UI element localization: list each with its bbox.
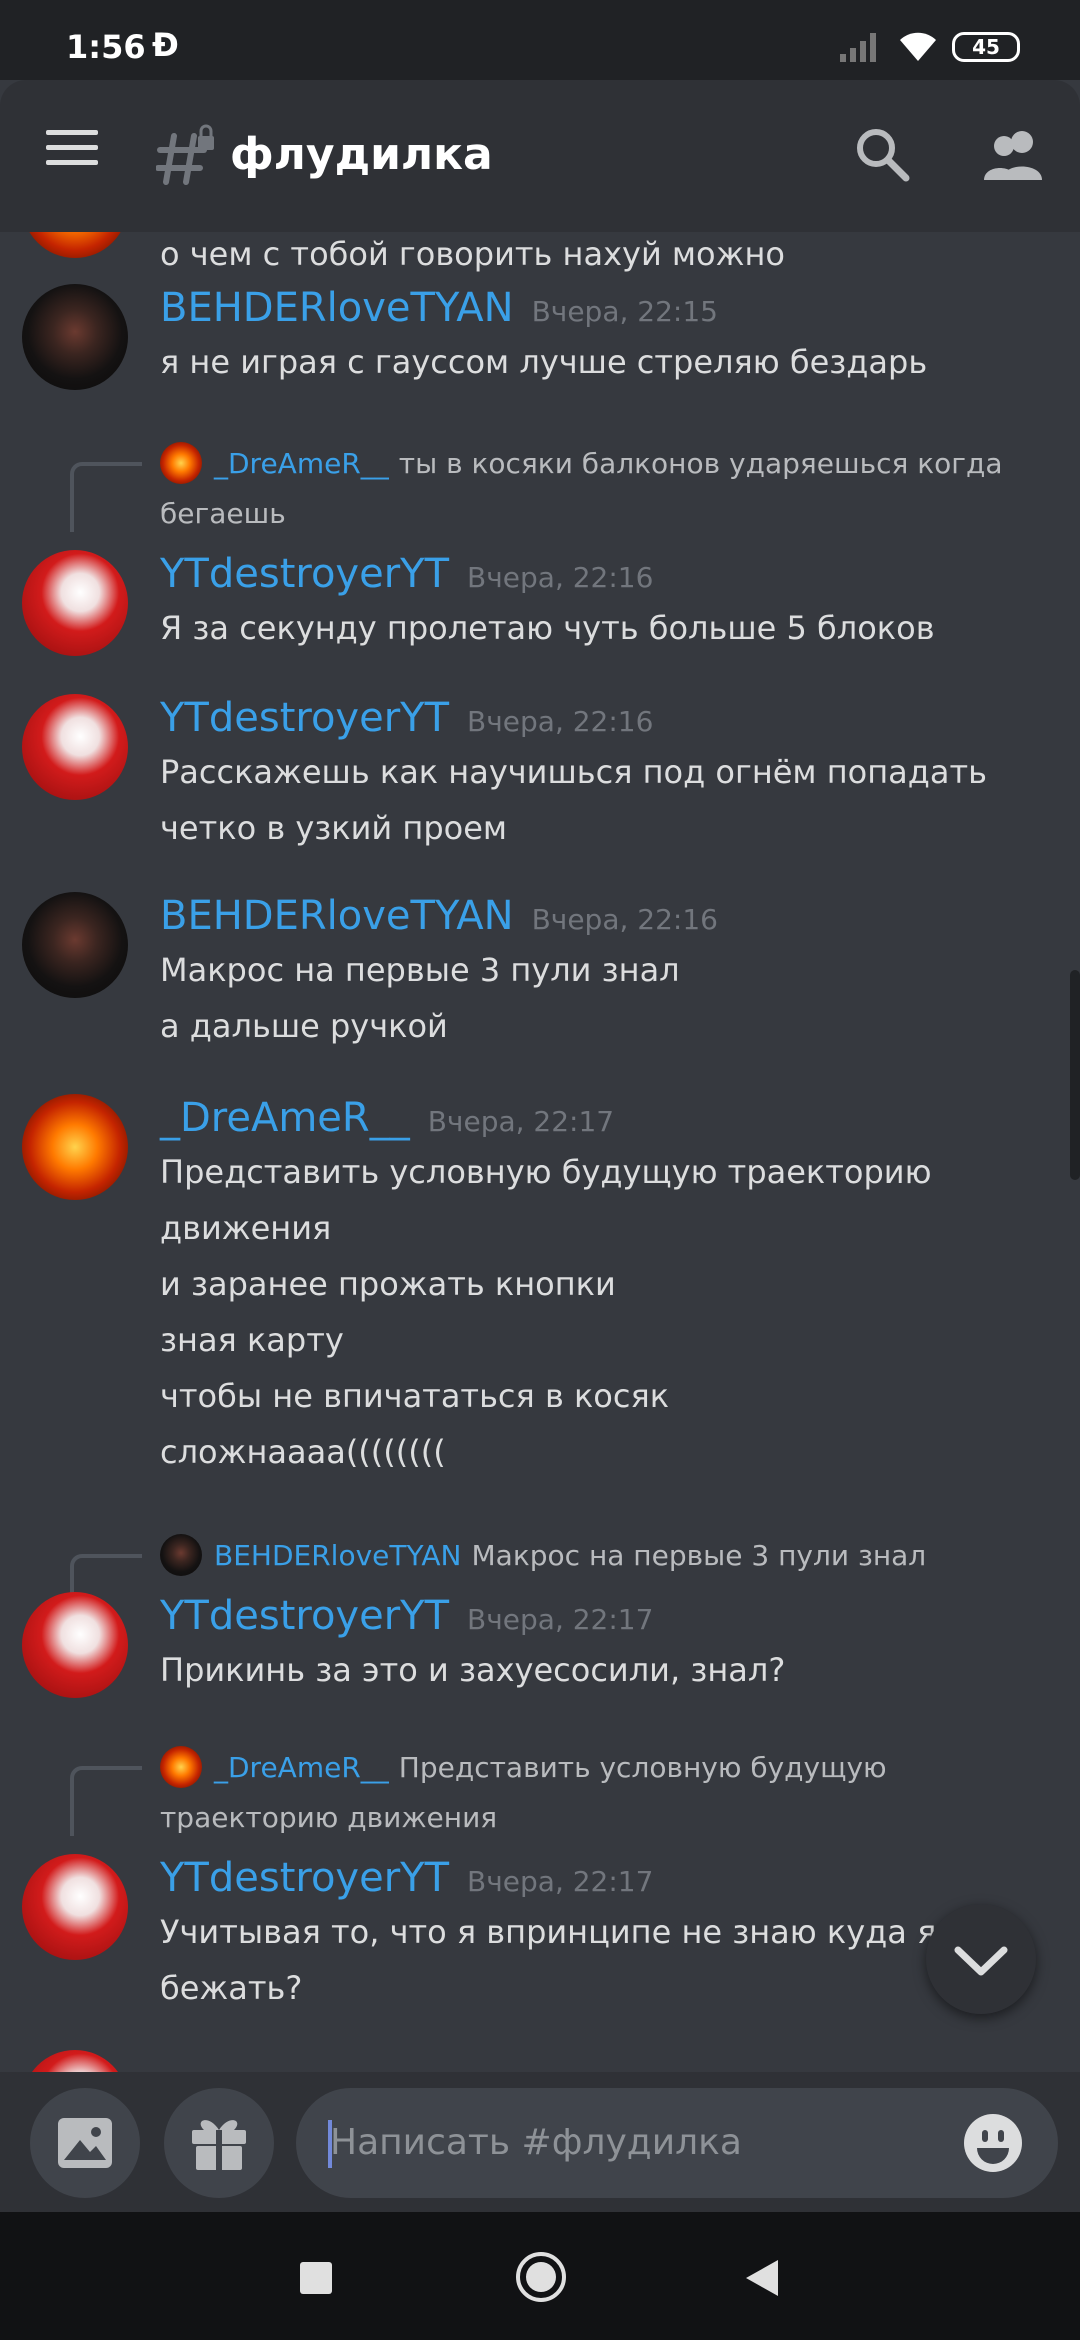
reply-avatar <box>160 442 202 484</box>
recents-button[interactable] <box>300 2262 332 2294</box>
status-time: 1:56 <box>66 28 146 66</box>
message-input[interactable]: Написать #флудилка <box>296 2088 1058 2198</box>
reply-connector <box>70 1554 142 1594</box>
scrollbar[interactable] <box>1070 970 1080 1180</box>
gift-icon <box>192 2120 246 2170</box>
message-timestamp: Вчера, 22:16 <box>467 561 654 594</box>
reply-avatar <box>160 1534 202 1576</box>
composer: Написать #флудилка <box>0 2072 1080 2212</box>
message-author[interactable]: YTdestroyerYT Вчера, 22:16 <box>160 550 653 602</box>
reply-text-cont: бегаешь <box>160 497 286 530</box>
channel-header: флудилка <box>0 80 1080 232</box>
reply-author[interactable]: _DreAmeR__ <box>214 1751 389 1784</box>
message-list[interactable]: о чем с тобой говорить нахуй можно BEHDE… <box>0 232 1080 2072</box>
message-text: Расскажешь как научишься под огнём попад… <box>160 753 987 847</box>
message-timestamp: Вчера, 22:17 <box>467 1603 654 1636</box>
home-button[interactable] <box>514 2250 568 2304</box>
search-icon[interactable] <box>852 124 912 184</box>
reply-avatar <box>160 1746 202 1788</box>
message-text: я не играя с гауссом лучше стреляю безда… <box>160 343 928 381</box>
avatar[interactable] <box>22 550 128 656</box>
avatar[interactable] <box>22 232 128 258</box>
avatar[interactable] <box>22 284 128 390</box>
avatar[interactable] <box>22 892 128 998</box>
back-button[interactable] <box>740 2256 784 2300</box>
status-bar: 1:56 Ð 45 <box>0 0 1080 80</box>
message-timestamp: Вчера, 22:17 <box>467 1865 654 1898</box>
reply-text: Представить условную будущую <box>398 1751 887 1784</box>
reply-connector <box>70 462 142 532</box>
message-text: о чем с тобой говорить нахуй можно <box>160 235 785 273</box>
reply-connector <box>70 1766 142 1836</box>
message-text: Прикинь за это и захуесосили, знал? <box>160 1651 786 1689</box>
avatar[interactable] <box>22 694 128 800</box>
message-author[interactable]: YTdestroyerYT Вчера, 22:16 <box>160 694 653 746</box>
attach-image-button[interactable] <box>30 2088 140 2198</box>
menu-icon[interactable] <box>46 130 106 180</box>
reply-author[interactable]: BEHDERloveTYAN <box>214 1539 462 1572</box>
message-author[interactable]: YTdestroyerYT Вчера, 22:17 <box>160 1592 653 1644</box>
signal-icon <box>840 33 876 62</box>
battery-icon: 45 <box>952 32 1020 62</box>
emoji-icon[interactable] <box>962 2112 1024 2174</box>
avatar[interactable] <box>22 1592 128 1698</box>
message-timestamp: Вчера, 22:16 <box>467 705 654 738</box>
avatar[interactable] <box>22 2050 128 2072</box>
message-author[interactable]: BEHDERloveTYAN Вчера, 22:15 <box>160 284 718 336</box>
message-text: Представить условную будущую траекторию … <box>160 1153 932 1471</box>
image-icon <box>58 2118 112 2168</box>
reply-text: Макрос на первые 3 пули знал <box>471 1539 927 1572</box>
message-author[interactable]: YTdestroyerYT Вчера, 22:17 <box>160 1854 653 1906</box>
message-author[interactable]: BEHDERloveTYAN Вчера, 22:16 <box>160 892 718 944</box>
message-text: Учитывая то, что я впринципе не знаю куд… <box>160 1913 967 2007</box>
reply-text-cont: траекторию движения <box>160 1801 498 1834</box>
message-timestamp: Вчера, 22:17 <box>427 1105 615 1138</box>
notification-icon: Ð <box>152 26 179 64</box>
scroll-to-bottom-button[interactable] <box>926 1904 1036 2014</box>
channel-title: флудилка <box>230 129 493 180</box>
avatar[interactable] <box>22 1854 128 1960</box>
wifi-icon <box>900 32 936 61</box>
message-text: Макрос на первые 3 пули знал а дальше ру… <box>160 951 680 1045</box>
reply-text: ты в косяки балконов ударяешься когда <box>398 447 1003 480</box>
message-timestamp: Вчера, 22:16 <box>531 903 718 936</box>
screen: 1:56 Ð 45 флудилка о чем с тобой говорит… <box>0 0 1080 2340</box>
avatar[interactable] <box>22 1094 128 1200</box>
reply-author[interactable]: _DreAmeR__ <box>214 447 389 480</box>
members-icon[interactable] <box>982 124 1046 184</box>
message-text: Я за секунду пролетаю чуть больше 5 блок… <box>160 609 935 647</box>
gift-button[interactable] <box>164 2088 274 2198</box>
message-author[interactable]: _DreAmeR__ Вчера, 22:17 <box>160 1094 614 1146</box>
battery-level: 45 <box>972 35 1000 59</box>
message-timestamp: Вчера, 22:15 <box>531 295 718 328</box>
message-input-placeholder: Написать #флудилка <box>330 2122 742 2163</box>
channel-hash-lock-icon <box>156 124 214 185</box>
